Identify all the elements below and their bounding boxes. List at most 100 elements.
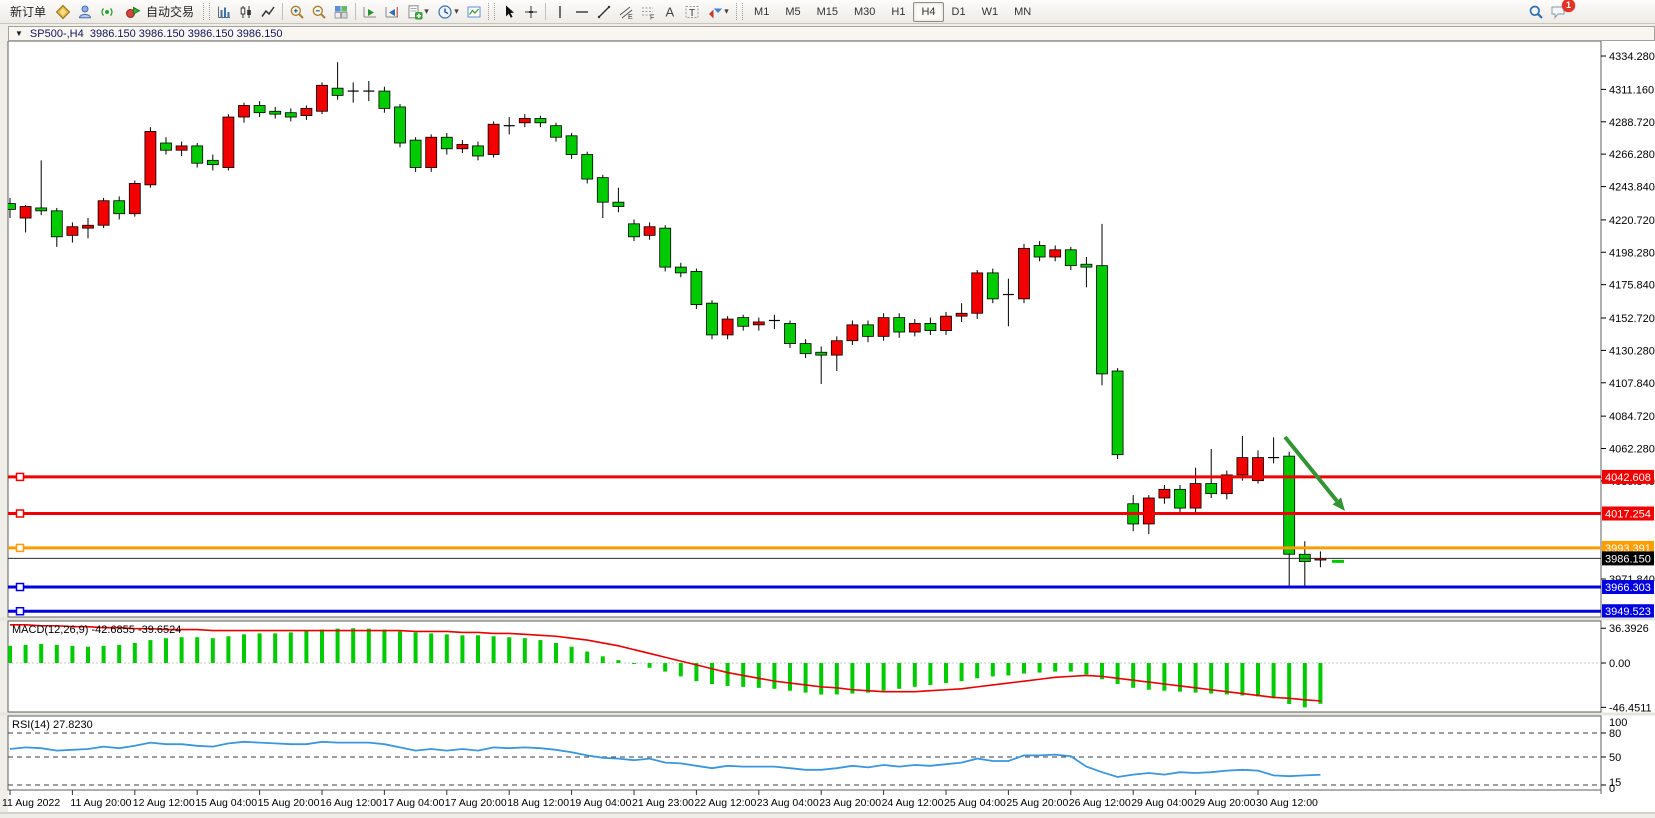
macd-histogram-bar: [320, 630, 324, 663]
timeframe-w1[interactable]: W1: [974, 2, 1007, 22]
bull-candle: [176, 146, 187, 150]
period-clock-icon[interactable]: ▾: [433, 2, 463, 22]
hline-handle[interactable]: [17, 473, 24, 480]
tile-windows-icon[interactable]: [330, 2, 352, 22]
panel-separator[interactable]: [0, 713, 1655, 716]
trendline-icon[interactable]: [593, 2, 615, 22]
bear-candle: [161, 143, 172, 150]
crosshair-icon[interactable]: [520, 2, 542, 22]
hline-handle[interactable]: [17, 608, 24, 615]
svg-text:E: E: [628, 14, 633, 20]
time-tick-label: 25 Aug 20:00: [1006, 797, 1068, 809]
panel-separator[interactable]: [0, 618, 1655, 621]
macd-histogram-bar: [367, 629, 371, 663]
shapes-icon[interactable]: ▾: [703, 2, 733, 22]
gold-diamond-icon[interactable]: [52, 2, 74, 22]
timeframe-h4[interactable]: H4: [913, 2, 943, 22]
bull-candle: [67, 227, 78, 236]
zoom-in-icon[interactable]: [286, 2, 308, 22]
collapse-chart-icon[interactable]: ▼: [15, 29, 23, 38]
bear-candle: [566, 136, 577, 155]
auto-scroll-icon[interactable]: [359, 2, 381, 22]
macd-histogram-bar: [382, 630, 386, 663]
horizontal-line-icon[interactable]: [571, 2, 593, 22]
price-tick-label: 4107.840: [1609, 378, 1655, 390]
bull-candle: [847, 325, 858, 341]
macd-histogram-bar: [1162, 663, 1166, 691]
hline-handle[interactable]: [17, 544, 24, 551]
timeframe-m1[interactable]: M1: [746, 2, 777, 22]
time-tick-label: 23 Aug 04:00: [757, 797, 819, 809]
timeframe-m15[interactable]: M15: [809, 2, 846, 22]
toolbar: 新订单 自动交易 ▾ ▾ EFAT ▾ M1M5M15M30H1H4D1W1MN 1: [0, 0, 1655, 24]
signal-icon[interactable]: [96, 2, 118, 22]
text-icon[interactable]: A: [659, 2, 681, 22]
vertical-line-icon[interactable]: [549, 2, 571, 22]
timeframe-d1[interactable]: D1: [944, 2, 974, 22]
bear-candle: [1034, 245, 1045, 257]
bear-candle: [473, 146, 484, 156]
macd-histogram-bar: [1053, 663, 1057, 672]
bear-candle: [894, 318, 905, 332]
bear-candle: [707, 303, 718, 335]
line-chart-icon[interactable]: [257, 2, 279, 22]
bear-candle: [1175, 489, 1186, 508]
fibonacci-icon[interactable]: F: [637, 2, 659, 22]
bull-candle: [98, 201, 109, 226]
macd-histogram-bar: [289, 632, 293, 663]
macd-histogram-bar: [226, 636, 230, 663]
template-chart-icon[interactable]: [463, 2, 485, 22]
rsi-axis-label: 50: [1609, 752, 1621, 764]
chart-shift-icon[interactable]: [381, 2, 403, 22]
macd-histogram-bar: [913, 663, 917, 687]
macd-histogram-bar: [601, 656, 605, 663]
macd-histogram-bar: [1116, 663, 1120, 684]
macd-histogram-bar: [1038, 663, 1042, 673]
macd-histogram-bar: [414, 632, 418, 663]
new-order-button[interactable]: 新订单: [4, 2, 52, 22]
search-icon[interactable]: [1525, 2, 1547, 22]
timeframe-h1[interactable]: H1: [883, 2, 913, 22]
chart-window: ▼ SP500-,H4 3986.150 3986.150 3986.150 3…: [0, 24, 1655, 818]
text-label-icon[interactable]: T: [681, 2, 703, 22]
hline-handle[interactable]: [17, 584, 24, 591]
timeframe-m5[interactable]: M5: [777, 2, 808, 22]
timeframe-mn[interactable]: MN: [1006, 2, 1039, 22]
bear-candle: [1081, 264, 1092, 267]
bear-candle: [613, 202, 624, 206]
equidistant-channel-icon[interactable]: E: [615, 2, 637, 22]
period-clock-icon-caret[interactable]: ▾: [454, 6, 459, 17]
bull-candle: [301, 108, 312, 115]
toolbar-separator: [355, 3, 356, 20]
shapes-icon-caret[interactable]: ▾: [724, 6, 729, 17]
macd-histogram-bar: [1131, 663, 1135, 688]
new-chart-icon-caret[interactable]: ▾: [424, 6, 429, 17]
bull-candle: [426, 137, 437, 167]
macd-histogram-bar: [133, 643, 137, 663]
time-tick-label: 17 Aug 04:00: [382, 797, 444, 809]
macd-histogram-bar: [1272, 663, 1276, 698]
chat-icon[interactable]: 1: [1547, 2, 1569, 22]
macd-histogram-bar: [1256, 663, 1260, 696]
chart-canvas[interactable]: 4334.2804311.1604288.7204266.2804243.840…: [0, 41, 1655, 818]
bear-candle: [410, 140, 421, 167]
bull-candle: [239, 105, 250, 117]
timeframe-m30[interactable]: M30: [846, 2, 883, 22]
zoom-out-icon[interactable]: [308, 2, 330, 22]
auto-trading-button[interactable]: 自动交易: [118, 2, 200, 22]
rsi-panel[interactable]: [8, 716, 1601, 790]
new-chart-icon[interactable]: ▾: [403, 2, 433, 22]
time-tick-label: 30 Aug 12:00: [1256, 797, 1318, 809]
cursor-icon[interactable]: [498, 2, 520, 22]
notification-badge[interactable]: 1: [1562, 0, 1575, 12]
profile-icon[interactable]: [74, 2, 96, 22]
bar-chart-icon[interactable]: [213, 2, 235, 22]
current-price-label: 3986.150: [1605, 553, 1651, 565]
candlestick-chart-icon[interactable]: [235, 2, 257, 22]
bull-candle: [488, 124, 499, 154]
macd-histogram-bar: [897, 663, 901, 689]
main-plot-area[interactable]: [8, 41, 1601, 617]
price-tick-label: 4198.280: [1609, 247, 1655, 259]
bear-candle: [1112, 371, 1123, 455]
hline-handle[interactable]: [17, 510, 24, 517]
